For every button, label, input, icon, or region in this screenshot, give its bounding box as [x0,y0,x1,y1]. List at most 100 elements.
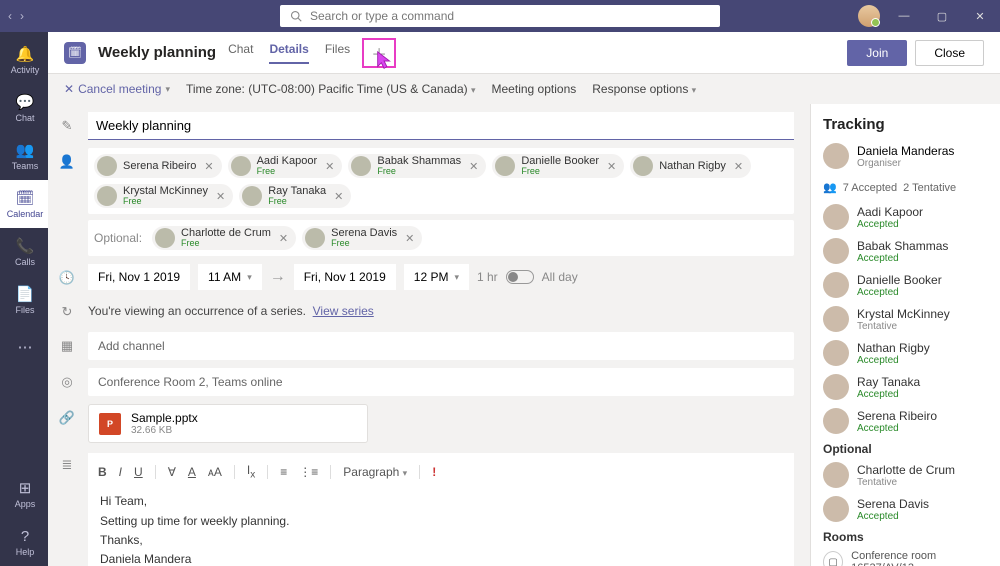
avatar [97,156,117,176]
tracking-person: Ray TanakaAccepted [823,374,988,400]
font-color-button[interactable]: A [188,465,196,479]
subject-input[interactable] [88,112,794,140]
bulleted-list-button[interactable]: ⋮≡ [299,465,318,479]
calendar-icon: 🗓 [64,42,86,64]
attendee-chip[interactable]: Krystal McKinneyFree✕ [94,184,233,208]
remove-icon[interactable]: ✕ [334,190,343,203]
clear-format-button[interactable]: Ix [247,463,255,480]
rail-item-apps[interactable]: ⊞Apps [0,470,48,518]
avatar [823,238,849,264]
attendee-chip[interactable]: Nathan Rigby✕ [630,154,751,178]
avatar [231,156,251,176]
nav-fwd[interactable]: › [20,9,24,23]
attendee-chip[interactable]: Serena DavisFree✕ [302,226,422,250]
rail-item-teams[interactable]: 👥Teams [0,132,48,180]
add-tab-button[interactable]: ＋ [362,38,396,68]
rail-item-calls[interactable]: 📞Calls [0,228,48,276]
window-close[interactable]: ✕ [966,3,994,29]
attendee-list[interactable]: Serena Ribeiro✕Aadi KapoorFree✕Babak Sha… [88,148,794,214]
attendee-chip[interactable]: Charlotte de CrumFree✕ [152,226,296,250]
avatar [97,186,117,206]
rail-item-files[interactable]: 📄Files [0,276,48,324]
end-time[interactable]: 12 PM▾ [404,264,469,290]
optional-section: Optional [823,442,988,456]
meeting-header: 🗓 Weekly planning ChatDetailsFiles ＋ Joi… [48,32,1000,74]
numbered-list-button[interactable]: ≡ [280,465,287,479]
remove-icon[interactable]: ✕ [734,160,743,173]
cancel-meeting[interactable]: ✕ Cancel meeting ▾ [64,82,170,96]
room-row: ▢ Conference room 16537/AV/13 [823,550,988,566]
remove-icon[interactable]: ✕ [279,232,288,245]
close-button[interactable]: Close [915,40,984,66]
paragraph-dropdown[interactable]: Paragraph ▾ [343,465,407,479]
avatar [823,340,849,366]
titlebar: ‹ › Search or type a command — ▢ ✕ [0,0,1000,32]
attendee-chip[interactable]: Serena Ribeiro✕ [94,154,222,178]
user-avatar[interactable] [858,5,880,27]
search-box[interactable]: Search or type a command [280,5,720,27]
remove-icon[interactable]: ✕ [325,160,334,173]
avatar [823,462,849,488]
font-size-button[interactable]: ᴀA [208,465,222,479]
attendee-chip[interactable]: Aadi KapoorFree✕ [228,154,343,178]
tracking-title: Tracking [823,116,988,133]
remove-icon[interactable]: ✕ [216,190,225,203]
forall-button[interactable]: ∀ [168,465,176,479]
remove-icon[interactable]: ✕ [405,232,414,245]
app-rail: 🔔Activity💬Chat👥Teams🗓Calendar📞Calls📄File… [0,32,48,566]
allday-toggle[interactable] [506,270,534,284]
meeting-options[interactable]: Meeting options [492,82,577,96]
underline-button[interactable]: U [134,465,143,479]
options-bar: ✕ Cancel meeting ▾ Time zone: (UTC-08:00… [48,74,1000,104]
rail-item-calendar[interactable]: 🗓Calendar [0,180,48,228]
editor-body[interactable]: Hi Team,Setting up time for weekly plann… [98,488,784,566]
start-time[interactable]: 11 AM▾ [198,264,262,290]
window-minimize[interactable]: — [890,3,918,29]
attendee-chip[interactable]: Babak ShammasFree✕ [348,154,486,178]
remove-icon[interactable]: ✕ [204,160,213,173]
tracking-person: Serena RibeiroAccepted [823,408,988,434]
response-options[interactable]: Response options ▾ [592,82,696,96]
organiser-role: Organiser [857,158,954,169]
location-input[interactable]: Conference Room 2, Teams online [88,368,794,396]
bold-button[interactable]: B [98,465,107,479]
attachment-card[interactable]: P Sample.pptx 32.66 KB [88,404,368,443]
repeat-icon: ↻ [56,298,78,320]
end-date[interactable]: Fri, Nov 1 2019 [294,264,396,290]
tab-files[interactable]: Files [325,42,350,64]
window-maximize[interactable]: ▢ [928,3,956,29]
avatar [823,496,849,522]
join-button[interactable]: Join [847,40,907,66]
add-channel-input[interactable]: Add channel [88,332,794,360]
remove-icon[interactable]: ✕ [607,160,616,173]
tracking-person: Krystal McKinneyTentative [823,306,988,332]
room-icon: ▢ [823,551,843,566]
attendee-chip[interactable]: Ray TanakaFree✕ [239,184,351,208]
important-button[interactable]: ! [432,465,436,479]
rich-editor[interactable]: B I U ∀ A ᴀA Ix ≡ ⋮≡ [88,453,794,566]
start-date[interactable]: Fri, Nov 1 2019 [88,264,190,290]
tracking-person: Serena DavisAccepted [823,496,988,522]
attachment-icon: 🔗 [56,404,78,426]
optional-attendee-list[interactable]: Optional: Charlotte de CrumFree✕Serena D… [88,220,794,256]
avatar [823,374,849,400]
rail-item-activity[interactable]: 🔔Activity [0,36,48,84]
avatar [633,156,653,176]
rail-item-chat[interactable]: 💬Chat [0,84,48,132]
remove-icon[interactable]: ✕ [469,160,478,173]
rail-item-help[interactable]: ?Help [0,518,48,566]
timezone-selector[interactable]: Time zone: (UTC-08:00) Pacific Time (US … [186,82,476,96]
people-icon: 👥 [823,181,837,194]
nav-back[interactable]: ‹ [8,9,12,23]
rail-item-more[interactable]: ⋯ [0,324,48,372]
italic-button[interactable]: I [119,465,122,479]
avatar [823,143,849,169]
view-series-link[interactable]: View series [313,304,374,318]
attendee-chip[interactable]: Danielle BookerFree✕ [492,154,624,178]
tracking-panel: Tracking Daniela Manderas Organiser 👥 7 … [810,104,1000,566]
tracking-person: Charlotte de CrumTentative [823,462,988,488]
tab-chat[interactable]: Chat [228,42,253,64]
arrow-icon: → [270,268,286,286]
tab-details[interactable]: Details [269,42,308,64]
avatar [823,408,849,434]
